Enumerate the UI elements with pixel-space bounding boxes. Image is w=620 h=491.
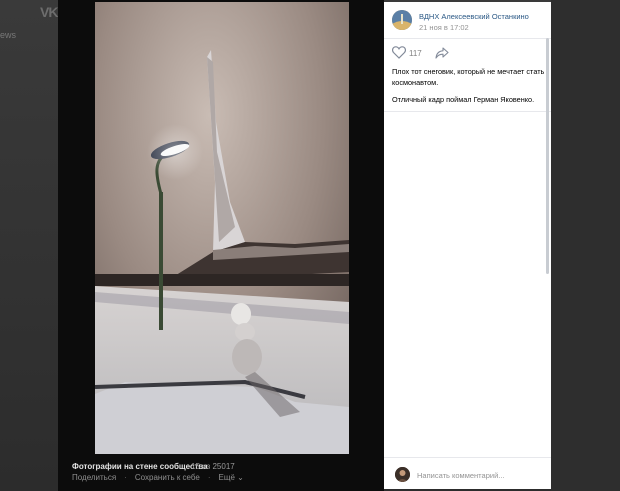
photo[interactable] [95, 2, 349, 454]
share-link[interactable]: Поделиться [72, 473, 116, 482]
post-credit: Отличный кадр поймал Герман Яковенко. [392, 95, 535, 104]
user-avatar-image [395, 467, 410, 482]
album-title[interactable]: Фотографии на стене сообщества [72, 462, 208, 471]
text-divider [384, 111, 551, 112]
group-avatar[interactable] [392, 10, 412, 30]
post-panel: ВДНХ Алексеевский Останкино 21 ноя в 17:… [384, 2, 551, 489]
group-name-link[interactable]: ВДНХ Алексеевский Останкино [419, 12, 529, 21]
vk-logo: VK [40, 4, 58, 20]
share-arrow-icon[interactable] [435, 47, 449, 59]
post-text: Плох тот снеговик, который не мечтает ст… [392, 67, 545, 87]
photo-actions: Поделиться · Сохранить к себе · Ещё ⌄ [72, 473, 244, 482]
scrollbar[interactable] [546, 38, 549, 274]
like-count: 117 [409, 49, 422, 58]
background-text: ews [0, 30, 17, 40]
comment-divider [384, 457, 551, 458]
group-avatar-image [392, 10, 412, 30]
comment-input[interactable] [417, 468, 542, 482]
separator: · [124, 473, 127, 482]
user-avatar[interactable] [395, 467, 410, 482]
photo-counter: 15 из 25017 [191, 462, 235, 471]
separator: · [207, 473, 211, 482]
post-date-link[interactable]: 21 ноя в 17:02 [419, 23, 469, 32]
photo-image [95, 2, 349, 454]
save-link[interactable]: Сохранить к себе [135, 473, 200, 482]
heart-icon[interactable] [392, 46, 406, 59]
right-overlay [551, 0, 620, 491]
more-link[interactable]: Ещё ⌄ [219, 473, 244, 482]
header-divider [384, 38, 551, 39]
